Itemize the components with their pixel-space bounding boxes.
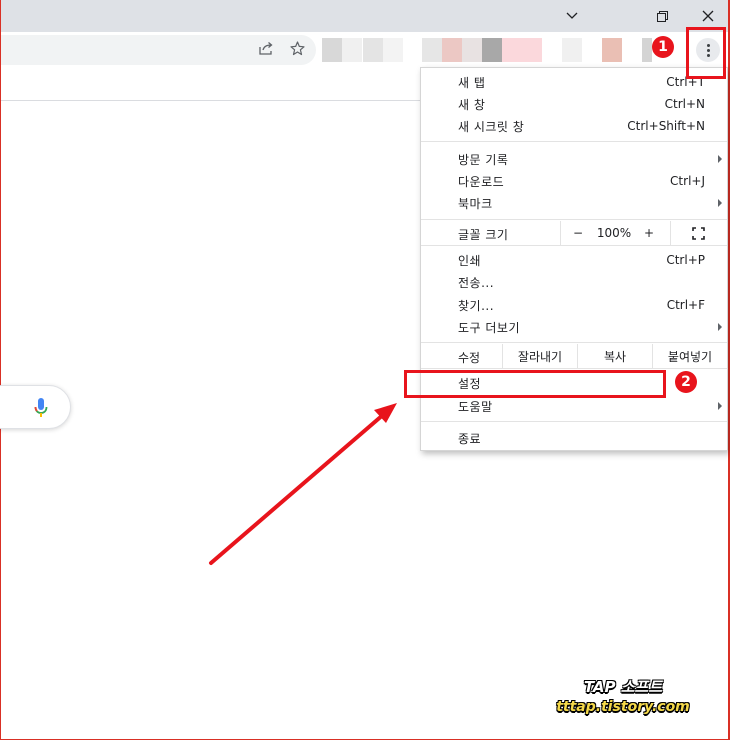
arrow-shaft (209, 412, 386, 565)
watermark-url: tttap.tistory.com (556, 699, 690, 715)
watermark-title: TAP 소프트 (583, 678, 663, 696)
annotation-arrow (209, 403, 397, 565)
watermark: TAP 소프트 tttap.tistory.com (548, 676, 698, 715)
